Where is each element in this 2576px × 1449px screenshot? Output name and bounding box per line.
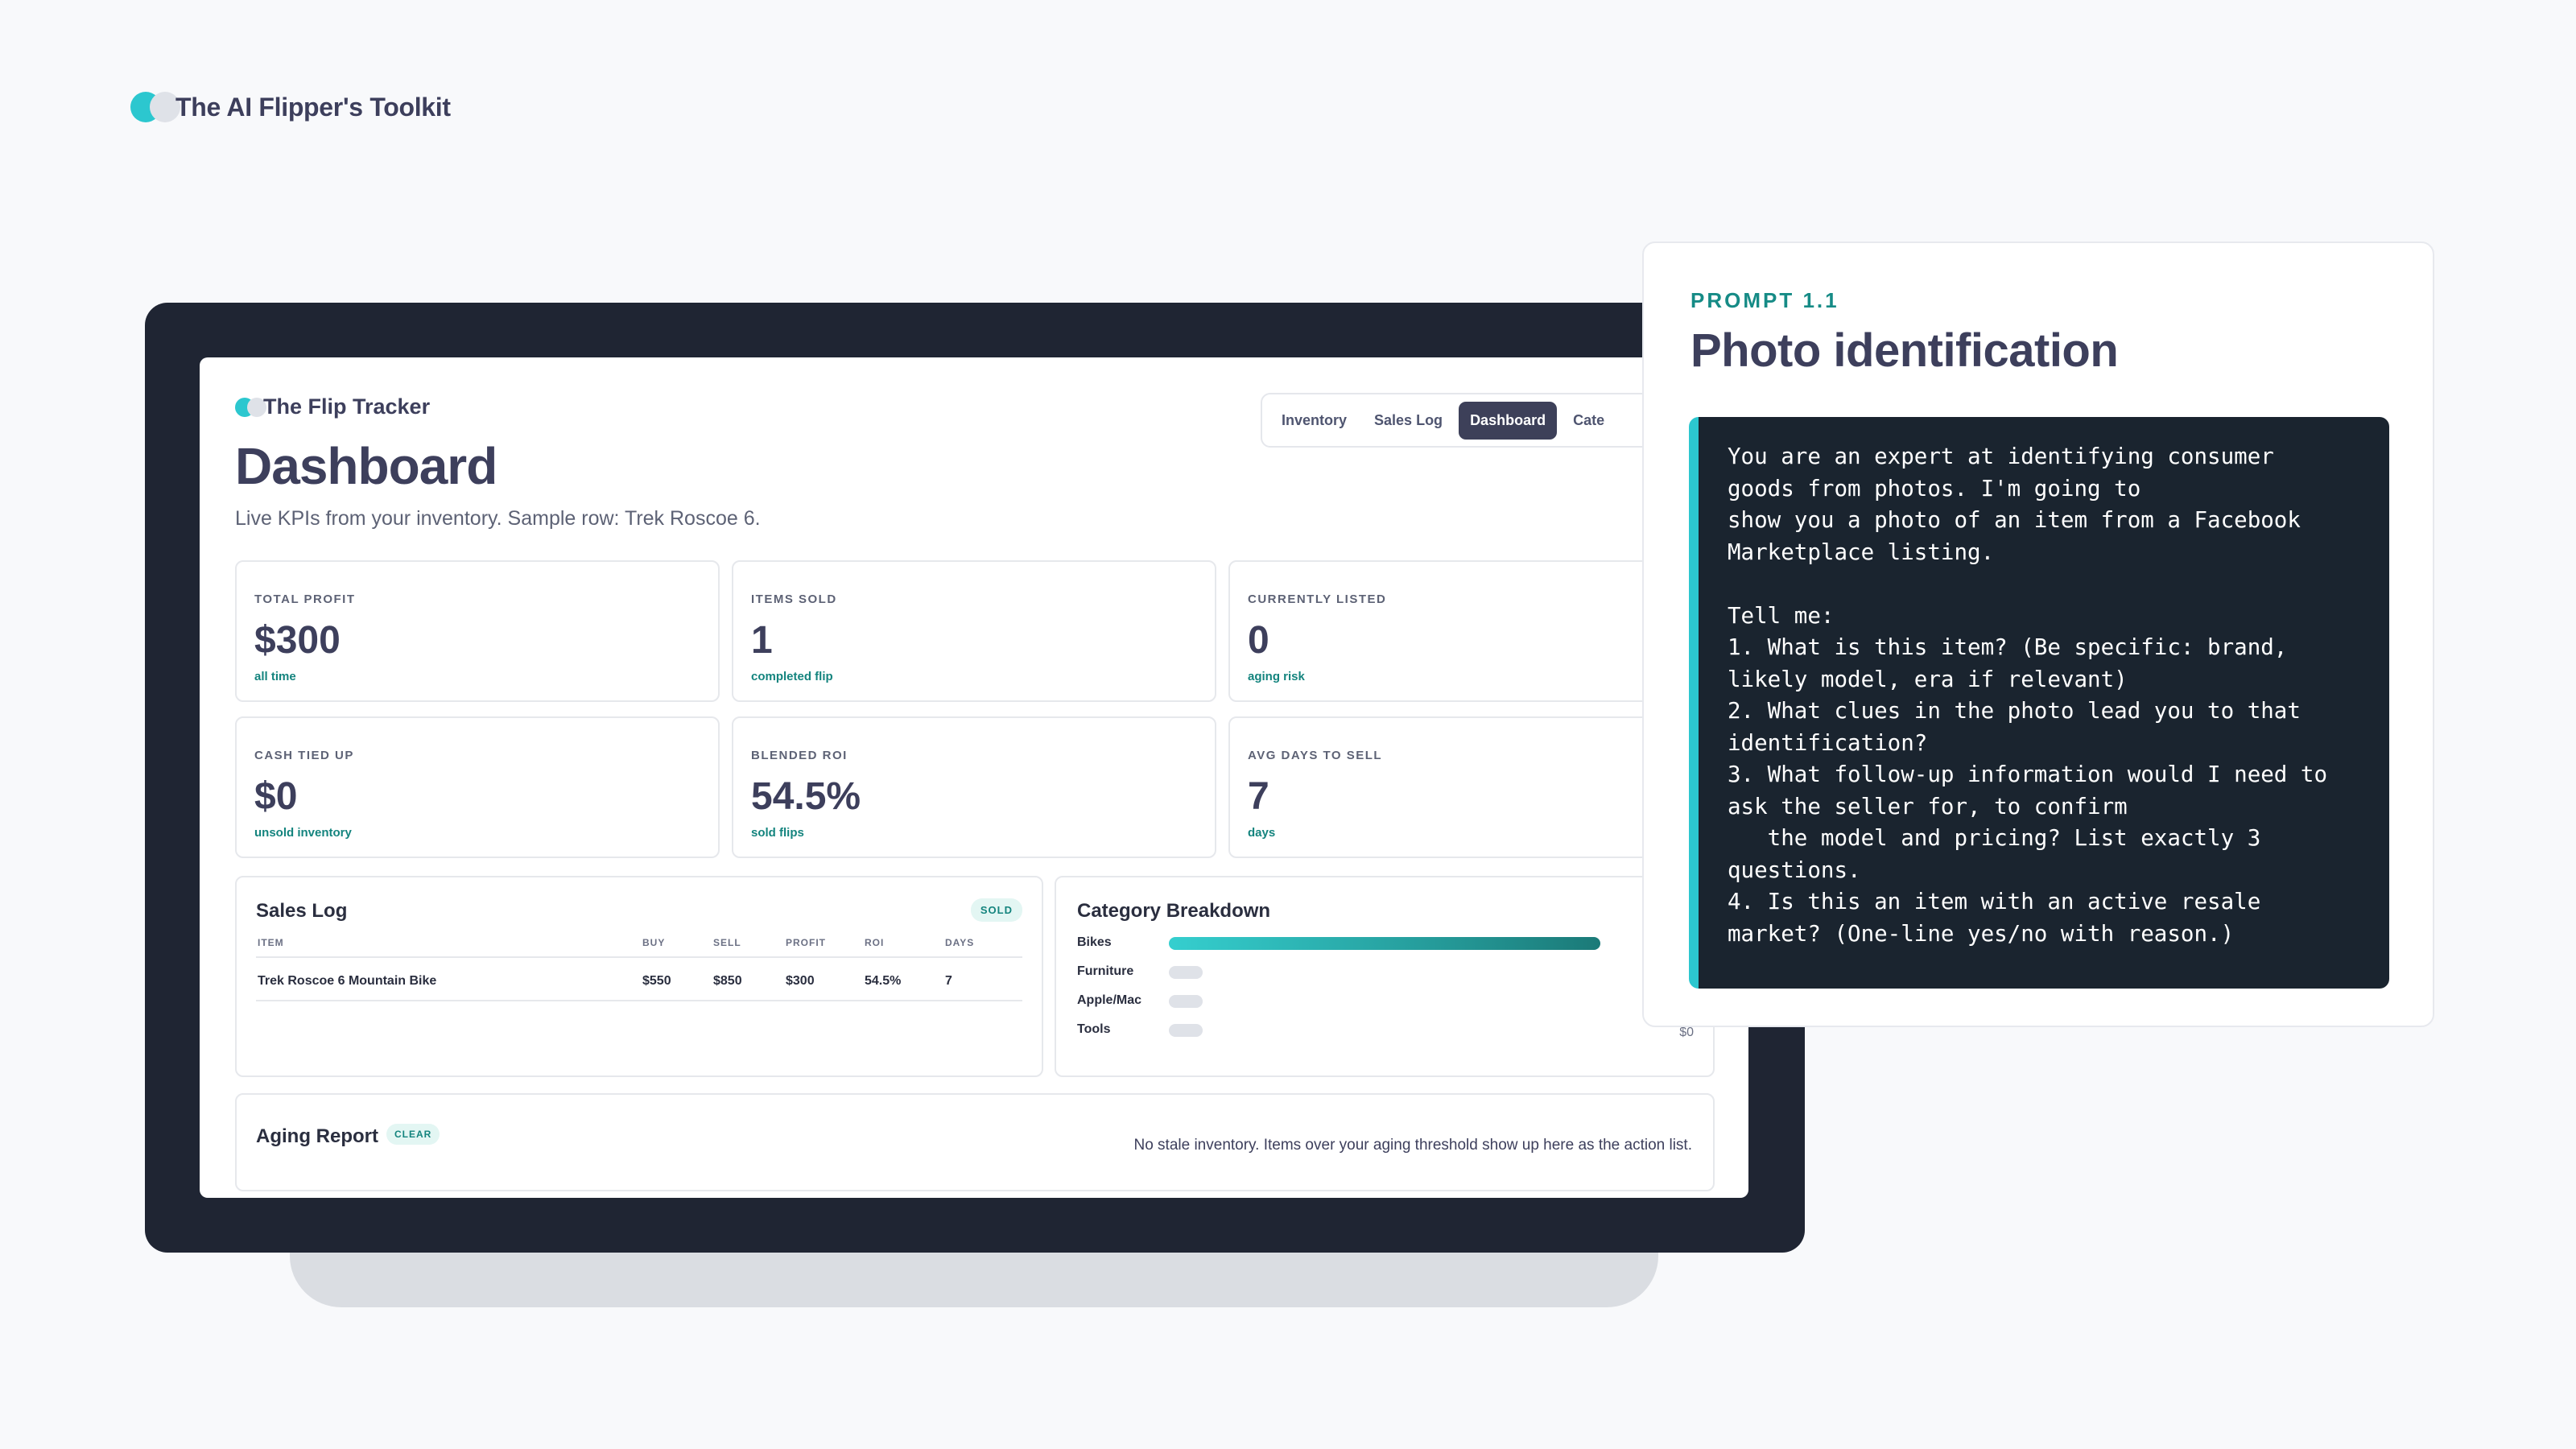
kpi-label: CASH TIED UP [254,749,354,762]
toolkit-brand: The AI Flipper's Toolkit [130,92,451,122]
table-header-divider [256,956,1022,958]
prompt-number: PROMPT 1.1 [1690,288,1839,312]
prompt-card: PROMPT 1.1 Photo identification You are … [1642,242,2434,1027]
category-label-furniture: Furniture [1077,964,1134,978]
cell-buy: $550 [642,974,671,988]
category-label-apple-mac: Apple/Mac [1077,993,1142,1007]
aging-report-panel: Aging Report CLEAR No stale inventory. I… [235,1093,1715,1191]
toolkit-title: The AI Flipper's Toolkit [175,92,451,122]
page-title: Dashboard [235,437,497,495]
kpi-currently-listed: CURRENTLY LISTED 0 aging risk [1228,560,1713,702]
prompt-code-block: You are an expert at identifying consume… [1689,417,2389,989]
aging-report-message: No stale inventory. Items over your agin… [1133,1137,1692,1154]
kpi-avg-days-to-sell: AVG DAYS TO SELL 7 days [1228,716,1713,858]
table-row-divider [256,1000,1022,1001]
kpi-value: 0 [1248,619,1269,662]
category-bar-tools [1169,1024,1203,1037]
app-brand: The Flip Tracker [235,394,430,419]
col-header-days: DAYS [945,937,975,948]
category-amount-tools: $0 [1679,1026,1694,1039]
cell-sell: $850 [713,974,742,988]
kpi-sub: all time [254,670,296,683]
cell-profit: $300 [786,974,815,988]
col-header-profit: PROFIT [786,937,826,948]
cell-item: Trek Roscoe 6 Mountain Bike [258,974,437,988]
col-header-sell: SELL [713,937,741,948]
laptop-screen: The Flip Tracker Inventory Sales Log Das… [200,357,1748,1198]
cell-roi: 54.5% [865,974,902,988]
cell-days: 7 [945,974,952,988]
aging-report-title: Aging Report [256,1125,378,1147]
category-label-tools: Tools [1077,1022,1111,1036]
kpi-blended-roi: BLENDED ROI 54.5% sold flips [732,716,1216,858]
tab-categories[interactable]: Cate [1562,402,1616,440]
category-breakdown-panel: Category Breakdown Bikes Furniture Apple… [1055,876,1715,1077]
category-breakdown-title: Category Breakdown [1077,900,1271,922]
kpi-value: $300 [254,619,341,662]
kpi-cash-tied-up: CASH TIED UP $0 unsold inventory [235,716,720,858]
col-header-roi: ROI [865,937,885,948]
category-bar-furniture [1169,966,1203,979]
col-header-item: ITEM [258,937,284,948]
tab-sales-log[interactable]: Sales Log [1363,402,1454,440]
kpi-label: ITEMS SOLD [751,592,837,606]
kpi-total-profit: TOTAL PROFIT $300 all time [235,560,720,702]
sales-log-panel: Sales Log SOLD ITEM BUY SELL PROFIT ROI … [235,876,1043,1077]
sales-log-title: Sales Log [256,900,348,922]
kpi-sub: completed flip [751,670,833,683]
tab-inventory[interactable]: Inventory [1270,402,1358,440]
prompt-title: Photo identification [1690,324,2119,377]
kpi-sub: sold flips [751,826,804,840]
category-label-bikes: Bikes [1077,935,1112,949]
page-subtitle: Live KPIs from your inventory. Sample ro… [235,507,761,530]
category-bar-bikes [1169,937,1600,950]
tab-dashboard[interactable]: Dashboard [1459,401,1558,440]
kpi-sub: days [1248,826,1276,840]
kpi-sub: aging risk [1248,670,1305,683]
kpi-items-sold: ITEMS SOLD 1 completed flip [732,560,1216,702]
kpi-value: $0 [254,775,298,818]
app-name: The Flip Tracker [263,394,431,419]
kpi-value: 54.5% [751,775,861,818]
kpi-value: 1 [751,619,773,662]
clear-badge: CLEAR [386,1124,440,1145]
kpi-label: TOTAL PROFIT [254,592,356,606]
kpi-sub: unsold inventory [254,826,352,840]
kpi-label: AVG DAYS TO SELL [1248,749,1383,762]
kpi-label: CURRENTLY LISTED [1248,592,1387,606]
col-header-buy: BUY [642,937,666,948]
prompt-text: You are an expert at identifying consume… [1728,444,2328,947]
category-bar-apple-mac [1169,995,1203,1008]
kpi-label: BLENDED ROI [751,749,848,762]
kpi-value: 7 [1248,775,1269,818]
sold-badge: SOLD [970,898,1022,922]
